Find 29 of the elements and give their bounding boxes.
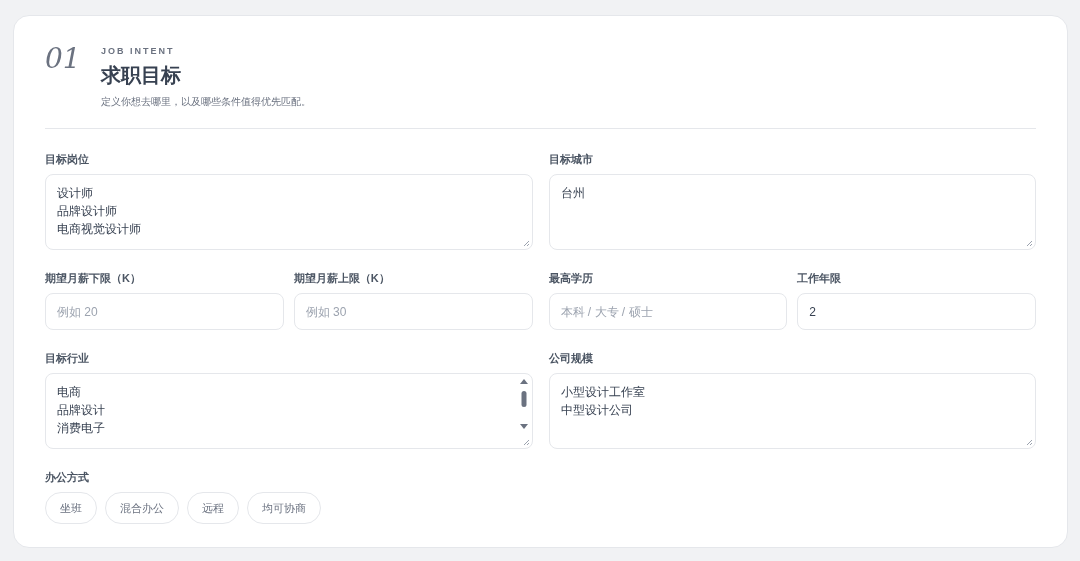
textarea-field[interactable]: 设计师 品牌设计师 电商视觉设计师 <box>45 174 533 250</box>
field-label: 目标行业 <box>45 351 90 366</box>
section-description: 定义你想去哪里，以及哪些条件值得优先匹配。 <box>101 95 311 109</box>
input-field[interactable]: 2 <box>797 293 1036 330</box>
input-field[interactable]: 例如 30 <box>293 293 533 330</box>
work-mode-chip[interactable]: 坐班 <box>45 492 97 524</box>
field-label: 最高学历 <box>548 271 594 286</box>
resize-grip-icon[interactable] <box>522 240 530 247</box>
resize-grip-icon[interactable] <box>522 439 530 446</box>
input-field[interactable]: 例如 20 <box>45 293 284 330</box>
field-label: 公司规模 <box>548 351 594 366</box>
field-label: 期望月薪下限（K） <box>45 271 142 286</box>
textarea-field[interactable]: 小型设计工作室 中型设计公司 <box>548 373 1036 449</box>
section-number: 01 <box>45 42 82 76</box>
textarea-field[interactable]: 电商 品牌设计 消费电子 <box>45 373 533 449</box>
resize-grip-icon[interactable] <box>1026 439 1033 446</box>
resize-grip-icon[interactable] <box>1026 240 1033 247</box>
section-eyebrow: JOB INTENT <box>101 45 176 57</box>
field-label: 目标城市 <box>548 152 594 167</box>
field-label: 期望月薪上限（K） <box>293 271 391 286</box>
field-label: 办公方式 <box>45 470 90 485</box>
work-mode-chip[interactable]: 远程 <box>187 492 239 524</box>
textarea-field[interactable]: 台州 <box>548 174 1036 250</box>
field-label: 目标岗位 <box>45 152 90 167</box>
section-title: 求职目标 <box>101 63 182 88</box>
input-field[interactable]: 本科 / 大专 / 硕士 <box>548 293 788 330</box>
field-label: 工作年限 <box>797 271 843 286</box>
work-mode-chip[interactable]: 混合办公 <box>105 492 179 524</box>
work-mode-chip[interactable]: 均可协商 <box>247 492 321 524</box>
